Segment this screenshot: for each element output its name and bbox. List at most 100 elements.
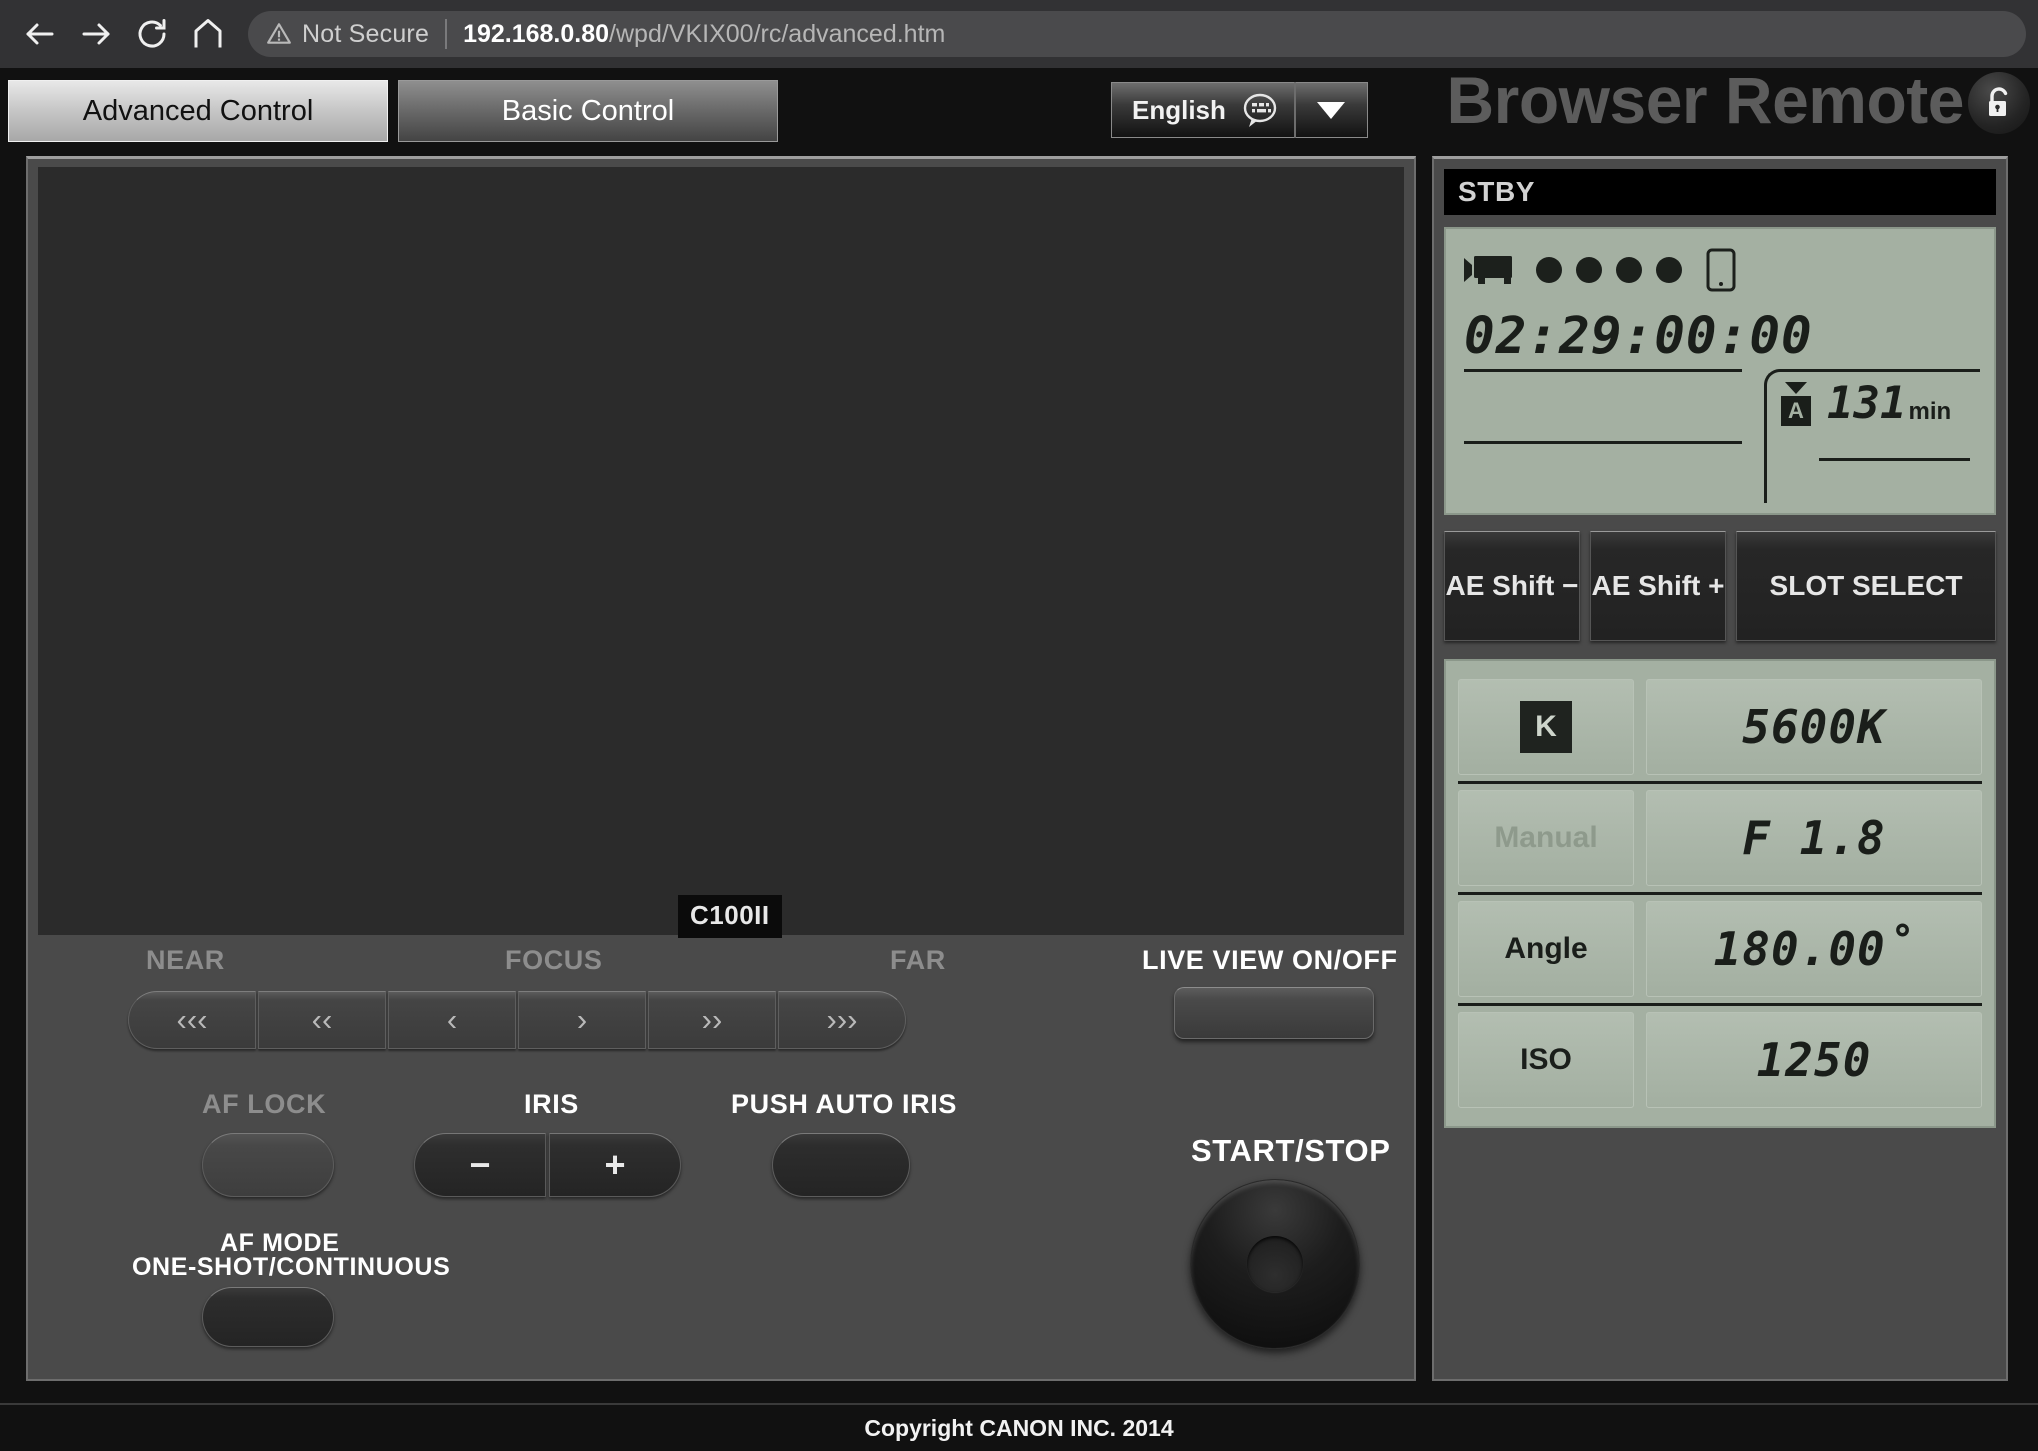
media-slot-inner: A 131 min bbox=[1767, 372, 1980, 426]
ae-shift-minus-button[interactable]: AE Shift − bbox=[1444, 531, 1580, 641]
browser-remote-app: Advanced Control Basic Control English B… bbox=[0, 63, 2038, 1451]
video-camera-icon bbox=[1464, 256, 1512, 284]
af-lock-label: AF LOCK bbox=[202, 1089, 327, 1119]
tab-advanced-control[interactable]: Advanced Control bbox=[8, 80, 388, 142]
reload-icon bbox=[138, 19, 166, 48]
language-dropdown-arrow[interactable] bbox=[1296, 98, 1367, 122]
live-view-area[interactable]: C100II bbox=[38, 167, 1404, 938]
battery-dot bbox=[1536, 257, 1562, 283]
tab-advanced-control-label: Advanced Control bbox=[82, 94, 314, 127]
camera-model-badge: C100II bbox=[678, 895, 782, 938]
start-stop-button[interactable] bbox=[1190, 1179, 1360, 1349]
push-auto-iris-button[interactable] bbox=[772, 1133, 910, 1197]
back-button[interactable] bbox=[12, 6, 68, 62]
url-divider bbox=[445, 19, 448, 49]
near-label: NEAR bbox=[146, 945, 225, 975]
white-balance-value[interactable]: 5600K bbox=[1646, 679, 1982, 775]
remaining-time-unit: min bbox=[1908, 398, 1952, 425]
focus-far-slow-label: › bbox=[576, 1002, 588, 1037]
lock-status-button[interactable] bbox=[1968, 72, 2030, 134]
push-auto-iris-label: PUSH AUTO IRIS bbox=[731, 1089, 957, 1119]
af-mode-label-line2: ONE-SHOT/CONTINUOUS bbox=[132, 1253, 451, 1281]
shutter-angle-key-button[interactable]: Angle bbox=[1458, 901, 1634, 997]
url-host: 192.168.0.80 bbox=[463, 19, 610, 48]
timecode-underline bbox=[1464, 369, 1742, 372]
focus-near-slow-label: ‹ bbox=[446, 1002, 458, 1037]
af-lock-button[interactable] bbox=[202, 1133, 334, 1197]
iris-plus-label: + bbox=[604, 1144, 626, 1185]
main-body: C100II NEAR FOCUS FAR ‹‹‹ ‹‹ ‹ › ›› ››› … bbox=[0, 156, 2038, 1403]
far-label: FAR bbox=[890, 945, 946, 975]
unlock-icon bbox=[1989, 87, 2008, 116]
focus-far-fast-label: ››› bbox=[826, 1002, 858, 1037]
focus-near-slow-button[interactable]: ‹ bbox=[388, 991, 516, 1049]
status-panel-right: STBY 02:29:00:00 A 131 min AE Shift − AE… bbox=[1432, 156, 2008, 1381]
start-stop-inner bbox=[1247, 1236, 1303, 1292]
setting-row-white-balance: K 5600K bbox=[1458, 673, 1982, 781]
slot-a-indicator: A bbox=[1781, 382, 1811, 426]
lcd-display: 02:29:00:00 A 131 min bbox=[1444, 227, 1996, 515]
live-view-toggle-button[interactable] bbox=[1174, 987, 1374, 1039]
slot-select-button[interactable]: SLOT SELECT bbox=[1736, 531, 1996, 641]
recording-status-text: STBY bbox=[1458, 176, 1536, 207]
camera-controls: NEAR FOCUS FAR ‹‹‹ ‹‹ ‹ › ›› ››› AF LOCK… bbox=[28, 943, 1414, 1379]
white-balance-key-button[interactable]: K bbox=[1458, 679, 1634, 775]
forward-button[interactable] bbox=[68, 6, 124, 62]
camera-settings-panel: K 5600K Manual F 1.8 Angle 180.00˚ ISO 1… bbox=[1444, 659, 1996, 1128]
shutter-angle-value[interactable]: 180.00˚ bbox=[1646, 901, 1982, 997]
battery-dot bbox=[1616, 257, 1642, 283]
live-view-label: LIVE VIEW ON/OFF bbox=[1142, 945, 1398, 975]
secondary-underline bbox=[1464, 441, 1742, 444]
back-arrow-icon bbox=[26, 23, 54, 45]
focus-button-row: ‹‹‹ ‹‹ ‹ › ›› ››› bbox=[128, 991, 906, 1049]
security-status-text: Not Secure bbox=[302, 19, 430, 48]
language-selector[interactable]: English bbox=[1111, 82, 1368, 138]
iris-value[interactable]: F 1.8 bbox=[1646, 790, 1982, 886]
focus-near-med-label: ‹‹ bbox=[311, 1002, 333, 1037]
url-path: /wpd/VKIX00/rc/advanced.htm bbox=[609, 19, 946, 48]
focus-near-med-button[interactable]: ‹‹ bbox=[258, 991, 386, 1049]
page-title: Browser Remote bbox=[1446, 63, 1965, 137]
shutter-angle-label: Angle bbox=[1504, 932, 1588, 965]
tab-basic-control[interactable]: Basic Control bbox=[398, 80, 778, 142]
iris-minus-label: − bbox=[469, 1144, 491, 1185]
ae-shift-minus-label: AE Shift − bbox=[1445, 570, 1579, 601]
slot-select-label: SLOT SELECT bbox=[1769, 570, 1963, 601]
focus-far-slow-button[interactable]: › bbox=[518, 991, 646, 1049]
triangle-down-icon bbox=[1785, 382, 1807, 394]
focus-near-fast-button[interactable]: ‹‹‹ bbox=[128, 991, 256, 1049]
tab-basic-control-label: Basic Control bbox=[501, 94, 675, 127]
home-icon bbox=[194, 19, 222, 48]
start-stop-label: START/STOP bbox=[1191, 1133, 1391, 1168]
setting-row-iris-mode: Manual F 1.8 bbox=[1458, 781, 1982, 892]
app-header: Advanced Control Basic Control English B… bbox=[0, 63, 2038, 156]
home-button[interactable] bbox=[180, 6, 236, 62]
slot-a-label: A bbox=[1781, 396, 1811, 426]
mode-tabs: Advanced Control Basic Control bbox=[8, 80, 778, 142]
iso-label: ISO bbox=[1520, 1043, 1572, 1076]
iris-mode-key-button[interactable]: Manual bbox=[1458, 790, 1634, 886]
recording-status-bar: STBY bbox=[1444, 169, 1996, 215]
af-mode-button[interactable] bbox=[202, 1287, 334, 1347]
media-slot-group: A 131 min bbox=[1764, 369, 1980, 503]
address-bar[interactable]: Not Secure 192.168.0.80/wpd/VKIX00/rc/ad… bbox=[248, 11, 2026, 57]
iris-increase-button[interactable]: + bbox=[549, 1133, 681, 1197]
copyright-text: Copyright CANON INC. 2014 bbox=[864, 1414, 1174, 1441]
iso-value[interactable]: 1250 bbox=[1646, 1012, 1982, 1108]
iso-key-button[interactable]: ISO bbox=[1458, 1012, 1634, 1108]
ae-shift-plus-label: AE Shift + bbox=[1591, 570, 1725, 601]
focus-label: FOCUS bbox=[505, 945, 603, 975]
ae-shift-plus-button[interactable]: AE Shift + bbox=[1590, 531, 1726, 641]
focus-far-fast-button[interactable]: ››› bbox=[778, 991, 906, 1049]
timecode-value: 02:29:00:00 bbox=[1464, 307, 1813, 366]
control-panel-left: C100II NEAR FOCUS FAR ‹‹‹ ‹‹ ‹ › ›› ››› … bbox=[26, 156, 1416, 1381]
forward-arrow-icon bbox=[82, 23, 110, 45]
iris-decrease-button[interactable]: − bbox=[414, 1133, 546, 1197]
battery-dot bbox=[1656, 257, 1682, 283]
speech-keyboard-icon bbox=[1243, 93, 1277, 127]
url-text: 192.168.0.80/wpd/VKIX00/rc/advanced.htm bbox=[463, 20, 945, 49]
reload-button[interactable] bbox=[124, 6, 180, 62]
language-value: English bbox=[1132, 94, 1226, 125]
focus-far-med-button[interactable]: ›› bbox=[648, 991, 776, 1049]
iris-button-group: − + bbox=[414, 1133, 681, 1197]
